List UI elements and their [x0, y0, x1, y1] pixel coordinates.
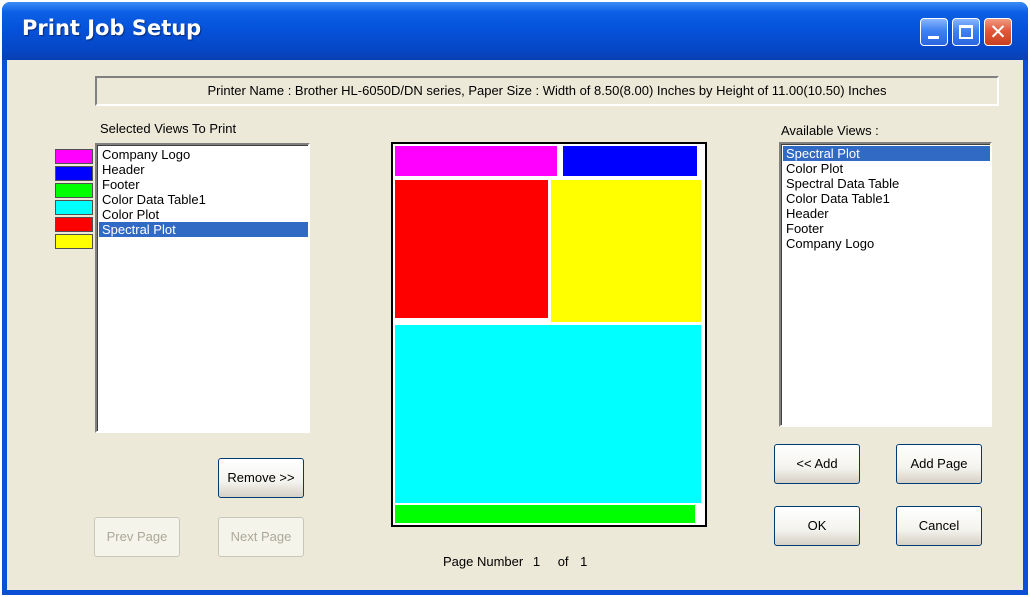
selected-view-item[interactable]: Company Logo: [99, 147, 308, 162]
page-layout-preview[interactable]: [391, 142, 707, 527]
preview-block-company-logo[interactable]: [395, 146, 557, 176]
maximize-icon: [959, 25, 973, 39]
available-view-item[interactable]: Spectral Data Table: [783, 176, 990, 191]
color-swatch-footer: [55, 183, 93, 198]
selected-view-item[interactable]: Color Data Table1: [99, 192, 308, 207]
remove-button[interactable]: Remove >>: [218, 458, 304, 498]
minimize-button[interactable]: [920, 18, 948, 46]
preview-block-color-plot[interactable]: [395, 180, 548, 318]
cancel-button[interactable]: Cancel: [896, 506, 982, 546]
preview-block-color-data-table1[interactable]: [395, 325, 701, 503]
window-title: Print Job Setup: [22, 16, 202, 40]
add-page-button[interactable]: Add Page: [896, 444, 982, 484]
title-bar[interactable]: Print Job Setup ✕: [2, 2, 1028, 60]
available-view-item[interactable]: Header: [783, 206, 990, 221]
color-swatch-company-logo: [55, 149, 93, 164]
available-views-label: Available Views :: [781, 123, 879, 138]
page-number-current: 1: [532, 554, 541, 569]
selected-view-item-active[interactable]: Spectral Plot: [99, 222, 308, 237]
available-view-item[interactable]: Color Plot: [783, 161, 990, 176]
print-job-setup-window: Print Job Setup ✕ Printer Name : Brother…: [2, 2, 1028, 595]
page-number-total: 1: [580, 554, 588, 569]
available-view-item[interactable]: Company Logo: [783, 236, 990, 251]
close-icon: ✕: [989, 20, 1007, 44]
minimize-icon: [928, 36, 939, 39]
color-swatch-color-data-table1: [55, 200, 93, 215]
selected-view-item[interactable]: Color Plot: [99, 207, 308, 222]
selected-view-item[interactable]: Header: [99, 162, 308, 177]
color-swatch-spectral-plot: [55, 234, 93, 249]
preview-block-footer[interactable]: [395, 505, 695, 523]
maximize-button[interactable]: [952, 18, 980, 46]
preview-block-header[interactable]: [563, 146, 697, 176]
available-view-item-active[interactable]: Spectral Plot: [783, 146, 990, 161]
next-page-button[interactable]: Next Page: [218, 517, 304, 557]
color-swatch-header: [55, 166, 93, 181]
color-swatch-color-plot: [55, 217, 93, 232]
selected-views-label: Selected Views To Print: [100, 121, 237, 136]
preview-block-spectral-plot[interactable]: [551, 180, 701, 322]
printer-info-bar: Printer Name : Brother HL-6050D/DN serie…: [95, 76, 999, 106]
dialog-client-area: Printer Name : Brother HL-6050D/DN serie…: [7, 60, 1023, 590]
available-views-list[interactable]: Spectral Plot Color Plot Spectral Data T…: [779, 142, 992, 427]
selected-views-list[interactable]: Company Logo Header Footer Color Data Ta…: [95, 143, 310, 433]
available-view-item[interactable]: Footer: [783, 221, 990, 236]
available-view-item[interactable]: Color Data Table1: [783, 191, 990, 206]
page-number-indicator: Page Number 1 of 1: [443, 554, 587, 569]
page-number-of: of: [557, 554, 569, 569]
ok-button[interactable]: OK: [774, 506, 860, 546]
close-button[interactable]: ✕: [984, 18, 1012, 46]
selected-view-item[interactable]: Footer: [99, 177, 308, 192]
page-number-label: Page Number: [443, 554, 524, 569]
prev-page-button[interactable]: Prev Page: [94, 517, 180, 557]
add-button[interactable]: << Add: [774, 444, 860, 484]
